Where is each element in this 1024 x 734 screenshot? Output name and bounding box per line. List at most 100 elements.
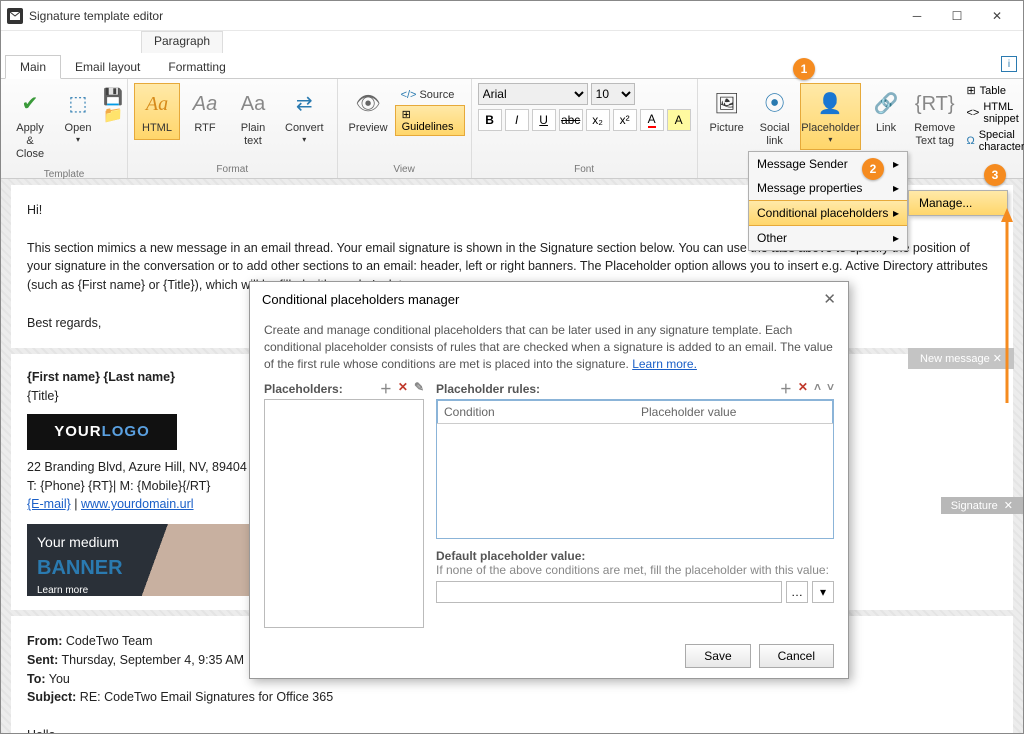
callout-arrow bbox=[998, 208, 1018, 408]
font-family-select[interactable]: Arial bbox=[478, 83, 588, 105]
group-view-label: View bbox=[344, 162, 465, 178]
chevron-right-icon: ▸ bbox=[893, 231, 899, 245]
menu-conditional-placeholders[interactable]: Conditional placeholders▸ bbox=[749, 200, 907, 226]
plaintext-format-button[interactable]: AaPlain text bbox=[230, 83, 276, 153]
app-icon bbox=[7, 8, 23, 24]
tab-email-layout[interactable]: Email layout bbox=[61, 56, 154, 78]
bold-button[interactable]: B bbox=[478, 109, 502, 131]
font-color-button[interactable]: A bbox=[640, 109, 664, 131]
insert-table-button[interactable]: ⊞Table bbox=[964, 83, 1024, 98]
font-size-select[interactable]: 10 bbox=[591, 83, 635, 105]
italic-button[interactable]: I bbox=[505, 109, 529, 131]
guidelines-button[interactable]: ⊞ Guidelines bbox=[395, 105, 465, 136]
social-link-button[interactable]: ⦿Social link bbox=[752, 83, 798, 153]
eye-icon: 👁 bbox=[352, 88, 384, 120]
cancel-button[interactable]: Cancel bbox=[759, 644, 834, 668]
rtf-icon: Aa bbox=[189, 88, 221, 120]
context-tab-bar: Paragraph bbox=[1, 31, 1023, 53]
rtf-format-button[interactable]: AaRTF bbox=[182, 83, 228, 140]
group-format-label: Format bbox=[134, 162, 331, 178]
convert-button[interactable]: ⇄Convert▾ bbox=[278, 83, 331, 150]
insert-html-button[interactable]: <>HTML snippet bbox=[964, 100, 1024, 126]
highlight-button[interactable]: A bbox=[667, 109, 691, 131]
menu-other[interactable]: Other▸ bbox=[749, 226, 907, 250]
rules-table[interactable]: ConditionPlaceholder value bbox=[436, 399, 834, 539]
tab-formatting[interactable]: Formatting bbox=[154, 56, 239, 78]
link-button[interactable]: 🔗Link bbox=[863, 83, 909, 140]
plain-icon: Aa bbox=[237, 88, 269, 120]
chevron-right-icon: ▸ bbox=[893, 181, 899, 195]
menu-message-properties[interactable]: Message properties▸ bbox=[749, 176, 907, 200]
add-placeholder-icon[interactable]: ＋ bbox=[380, 380, 392, 397]
sig-logo: YOURLOGO bbox=[27, 414, 177, 450]
picture-icon: 🖼 bbox=[711, 88, 743, 120]
chevron-right-icon: ▸ bbox=[893, 206, 899, 220]
sig-banner: Your medium BANNER Learn more bbox=[27, 524, 257, 596]
placeholders-list[interactable] bbox=[264, 399, 424, 628]
chevron-right-icon: ▸ bbox=[893, 157, 899, 171]
info-icon[interactable]: i bbox=[1001, 56, 1017, 72]
ribbon-tabs: Main Email layout Formatting i bbox=[1, 53, 1023, 79]
window-title: Signature template editor bbox=[29, 9, 897, 23]
preview-button[interactable]: 👁Preview bbox=[344, 83, 393, 140]
signature-section-tag[interactable]: Signature ✕ bbox=[941, 497, 1023, 514]
close-button[interactable]: ✕ bbox=[977, 2, 1017, 30]
source-button[interactable]: </>Source bbox=[395, 87, 465, 103]
html-snippet-icon: <> bbox=[966, 107, 979, 119]
rules-label: Placeholder rules: bbox=[436, 382, 540, 396]
dialog-description: Create and manage conditional placeholde… bbox=[264, 322, 834, 372]
placeholder-icon: 👤 bbox=[814, 88, 846, 120]
callout-marker-1: 1 bbox=[793, 58, 815, 80]
titlebar: Signature template editor ─ ☐ ✕ bbox=[1, 1, 1023, 31]
sig-web-link[interactable]: www.yourdomain.url bbox=[81, 497, 194, 511]
sig-email-link[interactable]: {E-mail} bbox=[27, 497, 71, 511]
open-button[interactable]: ⬚Open▾ bbox=[55, 83, 101, 150]
group-font-label: Font bbox=[478, 162, 691, 178]
placeholder-button[interactable]: 👤Placeholder▾ bbox=[800, 83, 861, 150]
default-value-hint: If none of the above conditions are met,… bbox=[436, 563, 834, 577]
save-icon[interactable]: 💾 bbox=[103, 87, 121, 103]
learn-more-link[interactable]: Learn more. bbox=[632, 357, 697, 371]
sub-button[interactable]: x₂ bbox=[586, 109, 610, 131]
share-icon: ⦿ bbox=[759, 88, 791, 120]
add-rule-icon[interactable]: ＋ bbox=[780, 380, 792, 397]
callout-marker-2: 2 bbox=[862, 158, 884, 180]
move-up-icon[interactable]: ˄ bbox=[814, 380, 821, 397]
default-value-input[interactable] bbox=[436, 581, 782, 603]
dialog-title: Conditional placeholders manager bbox=[262, 292, 459, 307]
special-char-icon: Ω bbox=[966, 135, 974, 147]
remove-tag-icon: {RT} bbox=[919, 88, 951, 120]
html-format-button[interactable]: AaHTML bbox=[134, 83, 180, 140]
remove-tag-button[interactable]: {RT}Remove Text tag bbox=[911, 83, 958, 153]
edit-placeholder-icon[interactable]: ✎ bbox=[414, 380, 424, 397]
underline-button[interactable]: U bbox=[532, 109, 556, 131]
picture-button[interactable]: 🖼Picture bbox=[704, 83, 750, 140]
delete-rule-icon[interactable]: ✕ bbox=[798, 380, 808, 397]
table-icon: ⊞ bbox=[966, 84, 975, 97]
convert-icon: ⇄ bbox=[288, 88, 320, 120]
insert-special-button[interactable]: ΩSpecial character bbox=[964, 128, 1024, 154]
default-value-label: Default placeholder value: bbox=[436, 549, 834, 563]
strike-button[interactable]: abc bbox=[559, 109, 583, 131]
save-button[interactable]: Save bbox=[685, 644, 750, 668]
check-icon: ✔ bbox=[14, 88, 46, 120]
dialog-close-icon[interactable]: ✕ bbox=[823, 290, 836, 308]
apply-close-button[interactable]: ✔Apply & Close bbox=[7, 83, 53, 167]
conditional-placeholders-dialog: Conditional placeholders manager ✕ Creat… bbox=[249, 281, 849, 679]
open-icon: ⬚ bbox=[62, 88, 94, 120]
sup-button[interactable]: x² bbox=[613, 109, 637, 131]
menu-manage[interactable]: Manage... bbox=[909, 191, 1007, 215]
default-dropdown-button[interactable]: ▾ bbox=[812, 581, 834, 603]
delete-placeholder-icon[interactable]: ✕ bbox=[398, 380, 408, 397]
callout-marker-3: 3 bbox=[984, 164, 1006, 186]
default-browse-button[interactable]: … bbox=[786, 581, 808, 603]
minimize-button[interactable]: ─ bbox=[897, 2, 937, 30]
tab-main[interactable]: Main bbox=[5, 55, 61, 79]
placeholder-submenu: Manage... bbox=[908, 190, 1008, 216]
html-icon: Aa bbox=[141, 88, 173, 120]
folder-icon[interactable]: 📁 bbox=[103, 105, 121, 121]
link-icon: 🔗 bbox=[870, 88, 902, 120]
move-down-icon[interactable]: ˅ bbox=[827, 380, 834, 397]
maximize-button[interactable]: ☐ bbox=[937, 2, 977, 30]
context-tab-paragraph[interactable]: Paragraph bbox=[141, 31, 223, 53]
